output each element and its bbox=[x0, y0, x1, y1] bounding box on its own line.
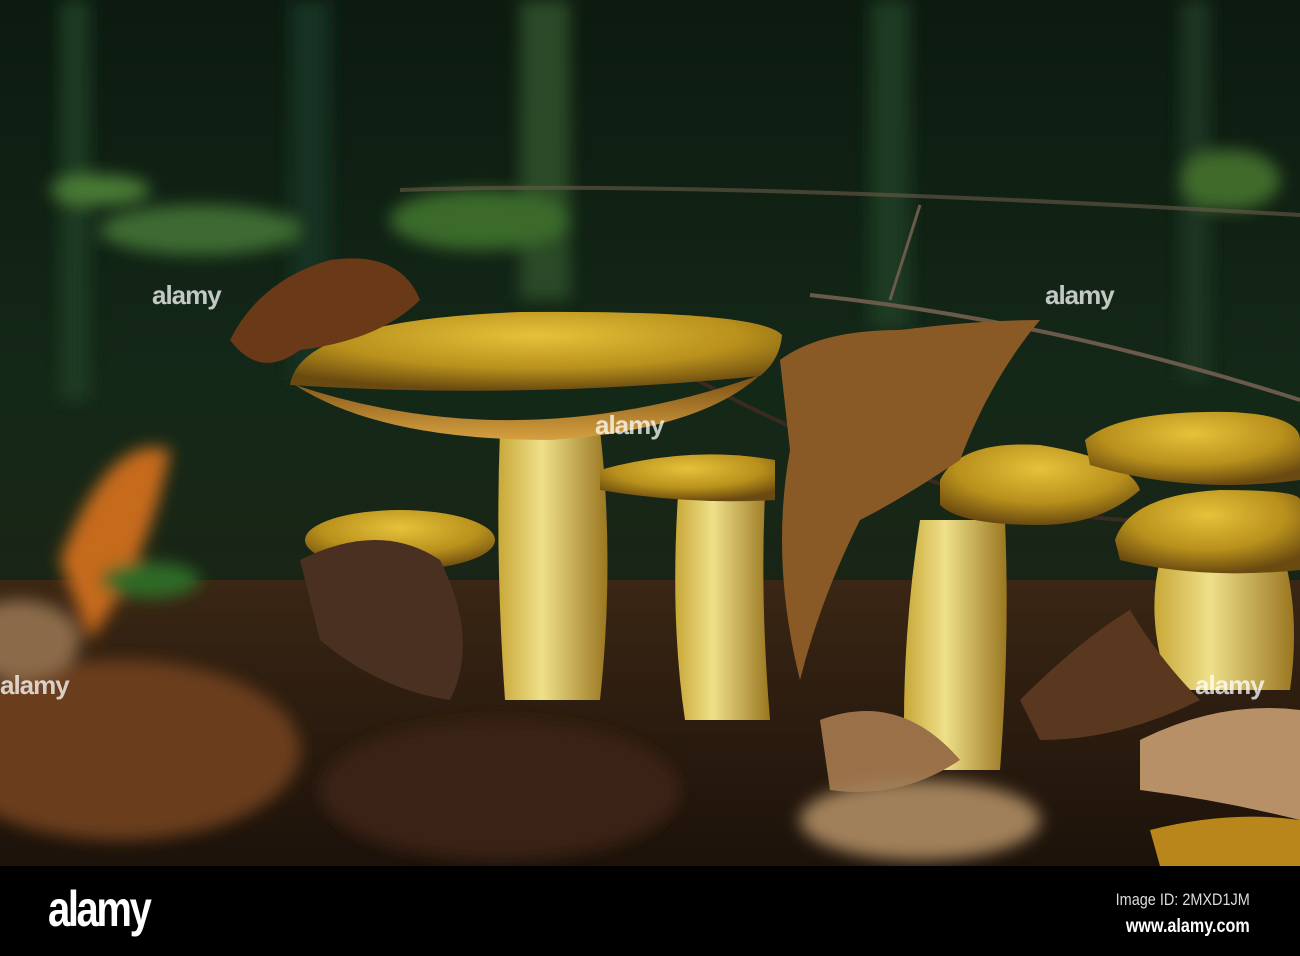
image-id: Image ID: 2MXD1JM bbox=[1115, 890, 1250, 909]
mushroom-photo: alamy alamy alamy alamy alamy bbox=[0, 0, 1300, 866]
forest-scene bbox=[0, 0, 1300, 866]
site-url: www.alamy.com bbox=[1126, 916, 1250, 937]
stock-photo: alamy alamy alamy alamy alamy alamy Imag… bbox=[0, 0, 1300, 956]
footer-bar: alamy Image ID: 2MXD1JM www.alamy.com bbox=[0, 866, 1300, 956]
alamy-logo: alamy bbox=[48, 881, 152, 937]
